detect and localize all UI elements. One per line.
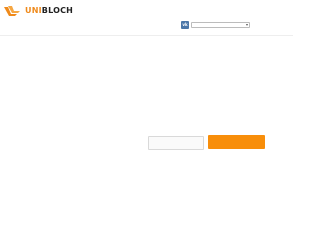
logo-text: UNIBLOCH <box>25 4 73 18</box>
page: UNIBLOCH vk <box>0 0 293 220</box>
logo-mark-icon <box>4 6 20 16</box>
logo-text-uni: UNI <box>25 6 42 15</box>
chevron-down-icon <box>246 24 248 26</box>
header: UNIBLOCH vk <box>0 0 293 36</box>
logo[interactable]: UNIBLOCH <box>3 4 73 18</box>
logo-text-bloch: BLOCH <box>41 6 74 15</box>
search-input[interactable] <box>148 136 204 150</box>
vk-icon[interactable]: vk <box>181 21 189 29</box>
submit-button[interactable] <box>208 135 265 149</box>
language-select[interactable] <box>191 22 250 28</box>
